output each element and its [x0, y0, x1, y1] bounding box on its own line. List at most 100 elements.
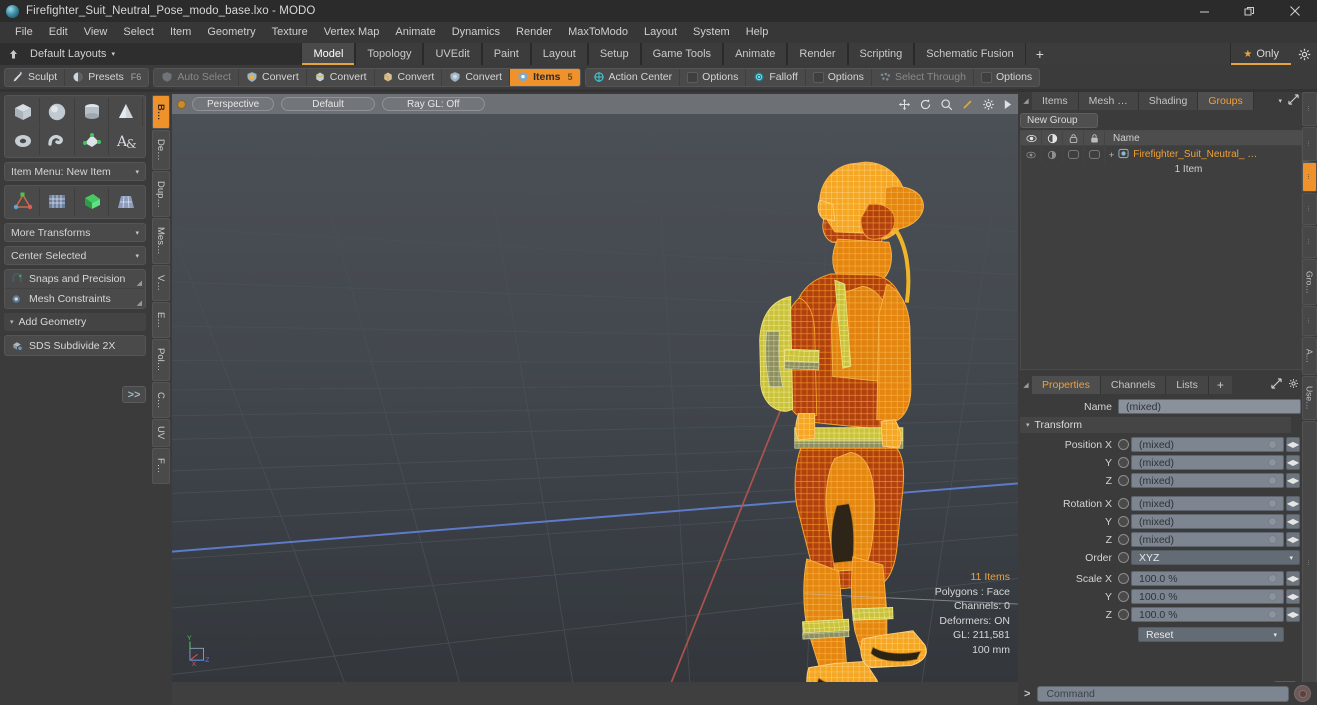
menu-geometry[interactable]: Geometry	[199, 22, 263, 43]
convert-edge-button[interactable]: Convert	[307, 68, 375, 86]
rotation-y-spinner[interactable]: ◀▶	[1286, 514, 1300, 529]
tab-channels[interactable]: Channels	[1100, 376, 1167, 394]
menu-help[interactable]: Help	[738, 22, 777, 43]
position-y-field[interactable]: (mixed)	[1131, 455, 1284, 470]
reset-dropdown[interactable]: Reset ▾	[1138, 627, 1284, 642]
name-field[interactable]: (mixed)	[1118, 399, 1301, 414]
vtab-edge[interactable]: E…	[152, 302, 170, 338]
vtab-vertex[interactable]: V…	[152, 265, 170, 301]
menu-vertex-map[interactable]: Vertex Map	[316, 22, 388, 43]
record-icon[interactable]	[1294, 685, 1311, 702]
tab-lists[interactable]: Lists	[1166, 376, 1209, 394]
menu-select[interactable]: Select	[115, 22, 162, 43]
menu-layout[interactable]: Layout	[636, 22, 685, 43]
zoom-icon[interactable]	[940, 98, 953, 111]
position-z-radio[interactable]	[1118, 475, 1129, 486]
scale-y-spinner[interactable]: ◀▶	[1286, 589, 1300, 604]
menu-system[interactable]: System	[685, 22, 738, 43]
rvtab-active[interactable]: …	[1302, 162, 1317, 192]
falloff-options-button[interactable]: Options	[806, 68, 872, 86]
pan-icon[interactable]	[898, 98, 911, 111]
convert-polygon-button[interactable]: Convert	[375, 68, 443, 86]
select-icon[interactable]	[1084, 130, 1105, 146]
rvtab-5[interactable]: …	[1302, 226, 1317, 258]
gear-icon[interactable]	[982, 98, 995, 111]
transform-icon[interactable]	[7, 188, 41, 216]
vtab-uv[interactable]: UV	[152, 419, 170, 447]
falloff-button[interactable]: Falloff	[746, 68, 806, 86]
tab-schematic-fusion[interactable]: Schematic Fusion	[914, 43, 1026, 65]
rvtab-user[interactable]: Use…	[1302, 376, 1317, 420]
vtab-polygon[interactable]: Pol…	[152, 339, 170, 381]
plus-icon[interactable]: +	[1109, 150, 1114, 160]
scale-x-field[interactable]: 100.0 %	[1131, 571, 1284, 586]
select-through-button[interactable]: Select Through	[872, 68, 974, 86]
tab-paint[interactable]: Paint	[481, 43, 531, 65]
menu-view[interactable]: View	[76, 22, 116, 43]
tab-animate[interactable]: Animate	[723, 43, 788, 65]
transform-section-header[interactable]: ▾ Transform	[1020, 417, 1291, 433]
gem-icon[interactable]	[75, 127, 109, 155]
bevel-icon[interactable]	[75, 188, 109, 216]
position-y-knob[interactable]	[1268, 458, 1277, 467]
rotation-y-field[interactable]: (mixed)	[1131, 514, 1284, 529]
rvtab-4[interactable]: …	[1302, 193, 1317, 225]
torus-icon[interactable]	[7, 127, 41, 155]
tab-uvedit[interactable]: UVEdit	[423, 43, 482, 65]
tab-render[interactable]: Render	[787, 43, 848, 65]
tab-setup[interactable]: Setup	[587, 43, 641, 65]
lock-icon[interactable]	[1063, 130, 1084, 146]
position-z-field[interactable]: (mixed)	[1131, 473, 1284, 488]
close-icon[interactable]	[1272, 0, 1317, 22]
default-layouts-dropdown[interactable]: Default Layouts ▾	[26, 43, 125, 65]
order-dropdown[interactable]: XYZ ▾	[1131, 550, 1300, 565]
tab-mesh-ops[interactable]: Mesh …	[1078, 92, 1139, 110]
add-geometry-section[interactable]: ▾ Add Geometry	[4, 313, 146, 331]
menu-render[interactable]: Render	[508, 22, 560, 43]
vtab-deform[interactable]: De…	[152, 130, 170, 170]
row-lock-toggle[interactable]	[1063, 146, 1084, 163]
menu-file[interactable]: File	[7, 22, 41, 43]
scale-y-knob[interactable]	[1268, 592, 1277, 601]
rotation-z-knob[interactable]	[1268, 535, 1277, 544]
tab-scripting[interactable]: Scripting	[847, 43, 915, 65]
row-render-toggle[interactable]	[1042, 146, 1063, 163]
row-eye-toggle[interactable]	[1021, 146, 1042, 163]
tab-layout[interactable]: Layout	[530, 43, 588, 65]
viewport-canvas[interactable]: 11 Items Polygons : Face Channels: 0 Def…	[172, 114, 1018, 683]
tree-item-name-cell[interactable]: + Firefighter_Suit_Neutral_ …	[1105, 148, 1310, 162]
tab-shading[interactable]: Shading	[1138, 92, 1199, 110]
row-select-toggle[interactable]	[1084, 146, 1105, 163]
mesh-constraints-button[interactable]: Mesh Constraints ◢	[5, 289, 145, 308]
position-x-field[interactable]: (mixed)	[1131, 437, 1284, 452]
menu-item[interactable]: Item	[162, 22, 199, 43]
tab-model[interactable]: Model	[301, 43, 356, 65]
rvtab-groups[interactable]: Gro…	[1302, 259, 1317, 305]
tab-game-tools[interactable]: Game Tools	[640, 43, 724, 65]
rvtab-2[interactable]: …	[1302, 127, 1317, 161]
convert-vertex-button[interactable]: Convert	[239, 68, 307, 86]
vtab-basic[interactable]: B…	[152, 95, 170, 129]
only-toggle-button[interactable]: ★ Only	[1230, 43, 1291, 65]
more-transforms-dropdown[interactable]: More Transforms ▾	[4, 223, 146, 242]
add-tab-button[interactable]: +	[1025, 43, 1054, 65]
position-z-knob[interactable]	[1268, 476, 1277, 485]
position-z-spinner[interactable]: ◀▶	[1286, 473, 1300, 488]
rotation-x-knob[interactable]	[1268, 499, 1277, 508]
presets-button[interactable]: Presets F6	[65, 69, 148, 86]
panel-menu-icon[interactable]: ◢	[1020, 92, 1032, 110]
select-through-options-button[interactable]: Options	[974, 69, 1039, 86]
add-properties-tab-button[interactable]: +	[1208, 376, 1232, 394]
expand-icon[interactable]	[1288, 94, 1299, 108]
eye-icon[interactable]	[1021, 130, 1042, 146]
shading-dropdown[interactable]: Default	[281, 97, 375, 111]
restore-icon[interactable]	[1227, 0, 1272, 22]
cone-icon[interactable]	[109, 98, 143, 126]
vtab-mesh-edit[interactable]: Mes…	[152, 218, 170, 264]
render-icon[interactable]	[1042, 130, 1063, 146]
cylinder-icon[interactable]	[75, 98, 109, 126]
left-panel-expand-button[interactable]: >>	[122, 386, 146, 403]
auto-select-button[interactable]: Auto Select	[154, 68, 240, 86]
rvtab-1[interactable]: …	[1302, 92, 1317, 126]
gear-icon[interactable]	[1291, 43, 1317, 65]
